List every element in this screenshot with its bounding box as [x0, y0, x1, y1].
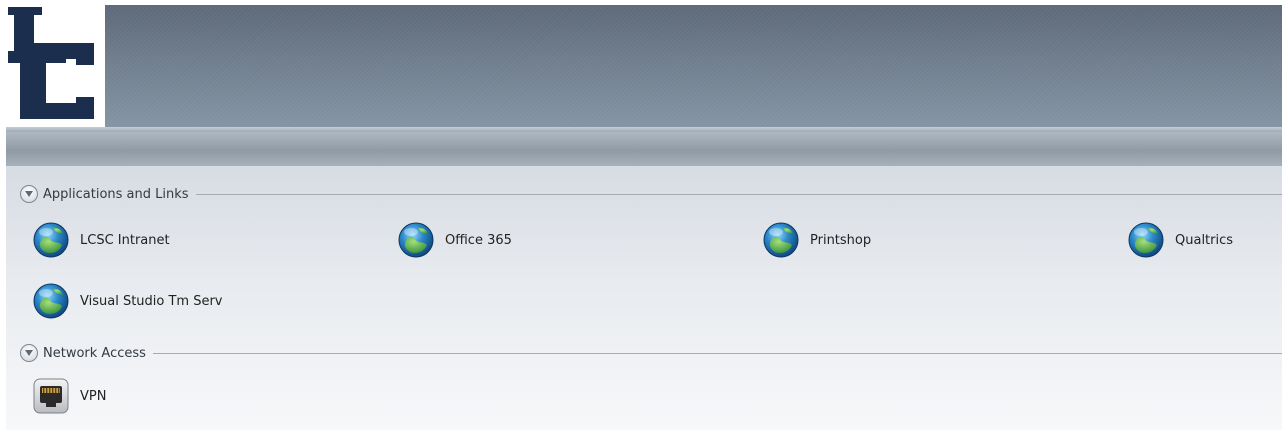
globe-icon [32, 282, 70, 320]
app-label: Visual Studio Tm Serv [80, 293, 223, 309]
app-link-qualtrics[interactable]: Qualtrics [1127, 221, 1233, 259]
globe-icon [32, 221, 70, 259]
collapse-chevron-icon[interactable] [20, 344, 38, 362]
section-divider [152, 352, 1282, 354]
globe-icon [762, 221, 800, 259]
banner [6, 5, 1282, 127]
globe-icon [1127, 221, 1165, 259]
app-label: LCSC Intranet [80, 232, 170, 248]
app-label: VPN [80, 388, 107, 404]
lc-logo-icon [8, 7, 94, 119]
toolbar-band [6, 132, 1282, 166]
network-port-icon [32, 377, 70, 415]
section-header-network-access[interactable]: Network Access [20, 343, 1282, 363]
app-link-lcsc-intranet[interactable]: LCSC Intranet [32, 221, 170, 259]
app-label: Qualtrics [1175, 232, 1234, 248]
section-divider [195, 193, 1282, 195]
globe-icon [397, 221, 435, 259]
collapse-chevron-icon[interactable] [20, 185, 38, 203]
section-title: Applications and Links [43, 186, 189, 202]
app-link-vpn[interactable]: VPN [32, 377, 106, 415]
app-link-office-365[interactable]: Office 365 [397, 221, 512, 259]
section-header-applications[interactable]: Applications and Links [20, 184, 1282, 204]
section-title: Network Access [43, 345, 146, 361]
app-link-visual-studio-tm-serv[interactable]: Visual Studio Tm Serv [32, 282, 223, 320]
school-logo [6, 5, 105, 127]
content-area: Applications and Links LCSC Intranet Off… [6, 166, 1282, 430]
app-label: Printshop [810, 232, 872, 248]
app-label: Office 365 [445, 232, 512, 248]
app-link-printshop[interactable]: Printshop [762, 221, 871, 259]
